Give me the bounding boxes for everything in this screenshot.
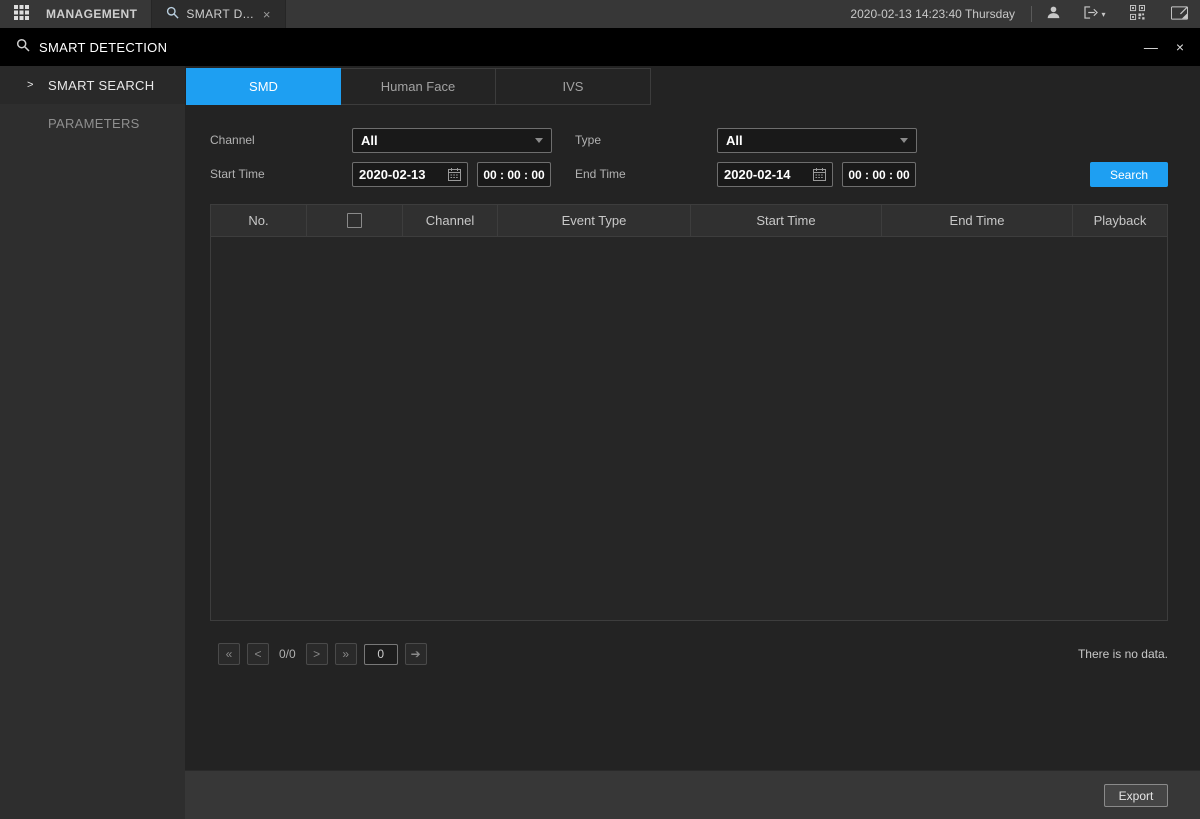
sidebar-item-parameters[interactable]: PARAMETERS bbox=[0, 104, 185, 142]
column-header-event-type: Event Type bbox=[498, 205, 691, 236]
qr-code-icon bbox=[1130, 5, 1145, 23]
footer-bar: Export bbox=[185, 770, 1200, 819]
page-number-input[interactable]: 0 bbox=[364, 644, 398, 665]
user-icon bbox=[1046, 5, 1061, 23]
type-select-value: All bbox=[726, 133, 743, 148]
chevron-down-icon bbox=[900, 138, 908, 143]
tab-smd[interactable]: SMD bbox=[186, 68, 341, 105]
window-titlebar: SMART DETECTION — × bbox=[0, 28, 1200, 66]
go-arrow-icon: ➔ bbox=[411, 647, 421, 661]
start-time-field[interactable]: 00 : 00 : 00 bbox=[477, 162, 551, 187]
type-select[interactable]: All bbox=[717, 128, 917, 153]
management-tab-label: MANAGEMENT bbox=[46, 7, 137, 21]
calendar-icon bbox=[813, 168, 826, 181]
column-header-no: No. bbox=[211, 205, 307, 236]
column-header-select bbox=[307, 205, 403, 236]
smart-tab-label: SMART D... bbox=[186, 7, 254, 21]
chevron-down-icon bbox=[535, 138, 543, 143]
qr-code-button[interactable] bbox=[1116, 0, 1158, 28]
tab-close-icon[interactable]: × bbox=[263, 8, 271, 21]
tab-human-face[interactable]: Human Face bbox=[341, 68, 496, 105]
smart-detection-screen: MANAGEMENT SMART D... × 2020-02-13 14:23… bbox=[0, 0, 1200, 819]
search-icon bbox=[16, 38, 30, 57]
page-info: 0/0 bbox=[276, 647, 299, 661]
minimize-icon[interactable]: — bbox=[1144, 40, 1158, 54]
display-output-button[interactable] bbox=[1158, 0, 1200, 28]
tab-smart-detection[interactable]: SMART D... × bbox=[151, 0, 286, 28]
results-table: No. Channel Event Type Start Time End Ti… bbox=[210, 204, 1168, 621]
end-date-value: 2020-02-14 bbox=[724, 167, 791, 182]
pagination: « < 0/0 > » 0 ➔ bbox=[218, 643, 427, 665]
type-label: Type bbox=[575, 128, 601, 153]
window-controls: — × bbox=[1144, 40, 1184, 54]
logout-icon bbox=[1084, 6, 1099, 22]
end-date-field[interactable]: 2020-02-14 bbox=[717, 162, 833, 187]
calendar-icon bbox=[448, 168, 461, 181]
end-time-field[interactable]: 00 : 00 : 00 bbox=[842, 162, 916, 187]
start-time-label: Start Time bbox=[210, 162, 265, 187]
close-icon[interactable]: × bbox=[1176, 40, 1184, 54]
channel-select-value: All bbox=[361, 133, 378, 148]
tab-management[interactable]: MANAGEMENT bbox=[42, 0, 151, 28]
column-header-channel: Channel bbox=[403, 205, 498, 236]
logout-button[interactable]: ▾ bbox=[1074, 0, 1116, 28]
last-page-button[interactable]: » bbox=[335, 643, 357, 665]
display-icon bbox=[1171, 6, 1188, 23]
tab-ivs[interactable]: IVS bbox=[496, 68, 651, 105]
column-header-end-time: End Time bbox=[882, 205, 1073, 236]
table-header-row: No. Channel Event Type Start Time End Ti… bbox=[211, 205, 1167, 237]
window-title: SMART DETECTION bbox=[39, 40, 167, 55]
sidebar-item-smart-search[interactable]: > SMART SEARCH bbox=[0, 66, 185, 104]
active-arrow-icon: > bbox=[27, 79, 34, 91]
end-time-label: End Time bbox=[575, 162, 626, 187]
table-body-empty bbox=[211, 237, 1167, 621]
start-date-value: 2020-02-13 bbox=[359, 167, 426, 182]
system-bar: MANAGEMENT SMART D... × 2020-02-13 14:23… bbox=[0, 0, 1200, 28]
go-to-page-button[interactable]: ➔ bbox=[405, 643, 427, 665]
channel-label: Channel bbox=[210, 128, 255, 153]
sidebar-item-label: PARAMETERS bbox=[48, 116, 140, 131]
channel-select[interactable]: All bbox=[352, 128, 552, 153]
caret-down-icon: ▾ bbox=[1101, 10, 1105, 19]
sidebar: > SMART SEARCH PARAMETERS bbox=[0, 66, 185, 819]
sidebar-item-label: SMART SEARCH bbox=[48, 78, 154, 93]
export-button[interactable]: Export bbox=[1104, 784, 1168, 807]
search-button[interactable]: Search bbox=[1090, 162, 1168, 187]
system-datetime: 2020-02-13 14:23:40 Thursday bbox=[834, 7, 1031, 21]
select-all-checkbox[interactable] bbox=[347, 213, 362, 228]
system-bar-right: 2020-02-13 14:23:40 Thursday ▾ bbox=[834, 0, 1200, 28]
apps-grid-icon bbox=[14, 5, 29, 23]
next-page-button[interactable]: > bbox=[306, 643, 328, 665]
column-header-start-time: Start Time bbox=[691, 205, 882, 236]
prev-page-button[interactable]: < bbox=[247, 643, 269, 665]
apps-menu-button[interactable] bbox=[0, 0, 42, 28]
user-account-button[interactable] bbox=[1032, 0, 1074, 28]
column-header-playback: Playback bbox=[1073, 205, 1167, 236]
no-data-message: There is no data. bbox=[1078, 647, 1168, 661]
main-content: SMD Human Face IVS Channel All Type All … bbox=[185, 66, 1200, 819]
detection-tabs: SMD Human Face IVS bbox=[186, 68, 651, 105]
search-icon bbox=[166, 6, 179, 22]
start-date-field[interactable]: 2020-02-13 bbox=[352, 162, 468, 187]
first-page-button[interactable]: « bbox=[218, 643, 240, 665]
